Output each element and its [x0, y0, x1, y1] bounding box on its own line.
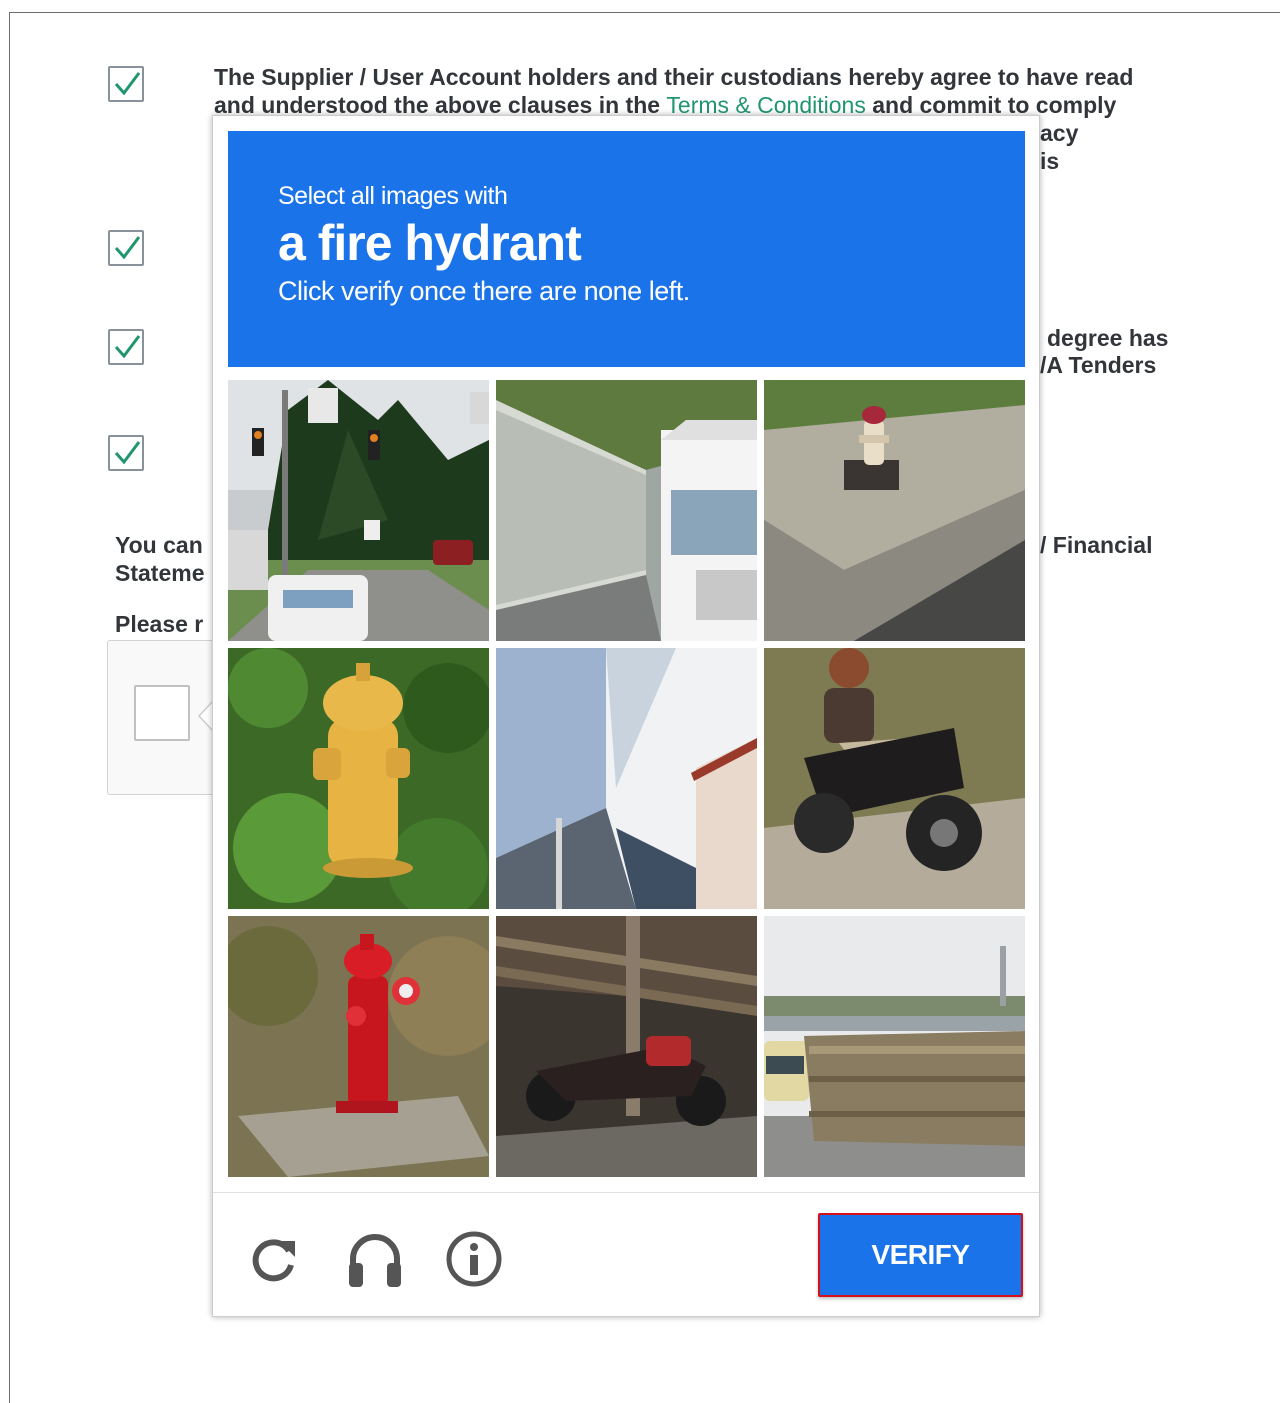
clause1-line1: The Supplier / User Account holders and …	[214, 64, 1134, 90]
agreement-checkbox-2[interactable]	[108, 230, 144, 266]
clause1-line3-fragment: acy	[1040, 120, 1079, 146]
reload-icon[interactable]	[245, 1229, 305, 1289]
captcha-tile-2[interactable]	[496, 380, 757, 641]
captcha-tile-5[interactable]	[496, 648, 757, 909]
captcha-tile-7[interactable]	[228, 916, 489, 1177]
agreement-checkbox-4[interactable]	[108, 435, 144, 471]
captcha-tile-8[interactable]	[496, 916, 757, 1177]
agreement-checkbox-3[interactable]	[108, 329, 144, 365]
instruction-hint: Click verify once there are none left.	[278, 276, 690, 306]
captcha-tile-1[interactable]	[228, 380, 489, 641]
clause3-line2-fragment: /A Tenders	[1040, 352, 1157, 378]
clause1-line4-fragment: is	[1040, 148, 1060, 174]
instruction-small: Select all images with	[278, 182, 508, 210]
note-line1-right: / Financial	[1040, 532, 1153, 558]
captcha-tile-3[interactable]	[764, 380, 1025, 641]
instruction-target: a fire hydrant	[278, 215, 582, 271]
checkmark-icon	[114, 441, 141, 465]
recaptcha-checkbox[interactable]	[134, 685, 190, 741]
footer-divider	[213, 1192, 1039, 1193]
captcha-instruction-banner: Select all images with a fire hydrant Cl…	[228, 131, 1025, 367]
clause3-line1-fragment: degree has	[1047, 325, 1169, 351]
headphones-icon[interactable]	[345, 1229, 405, 1289]
captcha-challenge-popup: Select all images with a fire hydrant Cl…	[212, 115, 1040, 1317]
verify-button[interactable]: VERIFY	[818, 1213, 1023, 1297]
agreement-checkbox-1[interactable]	[108, 66, 144, 102]
info-icon[interactable]	[444, 1229, 504, 1289]
note-line1-left: You can	[115, 532, 203, 558]
captcha-tile-4[interactable]	[228, 648, 489, 909]
captcha-tile-6[interactable]	[764, 648, 1025, 909]
checkmark-icon	[114, 335, 141, 359]
captcha-image-grid	[228, 380, 1025, 1177]
please-line: Please r	[115, 611, 204, 637]
captcha-tile-9[interactable]	[764, 916, 1025, 1177]
checkmark-icon	[114, 72, 141, 96]
checkmark-icon	[114, 236, 141, 260]
note-line2-left: Stateme	[115, 560, 205, 586]
